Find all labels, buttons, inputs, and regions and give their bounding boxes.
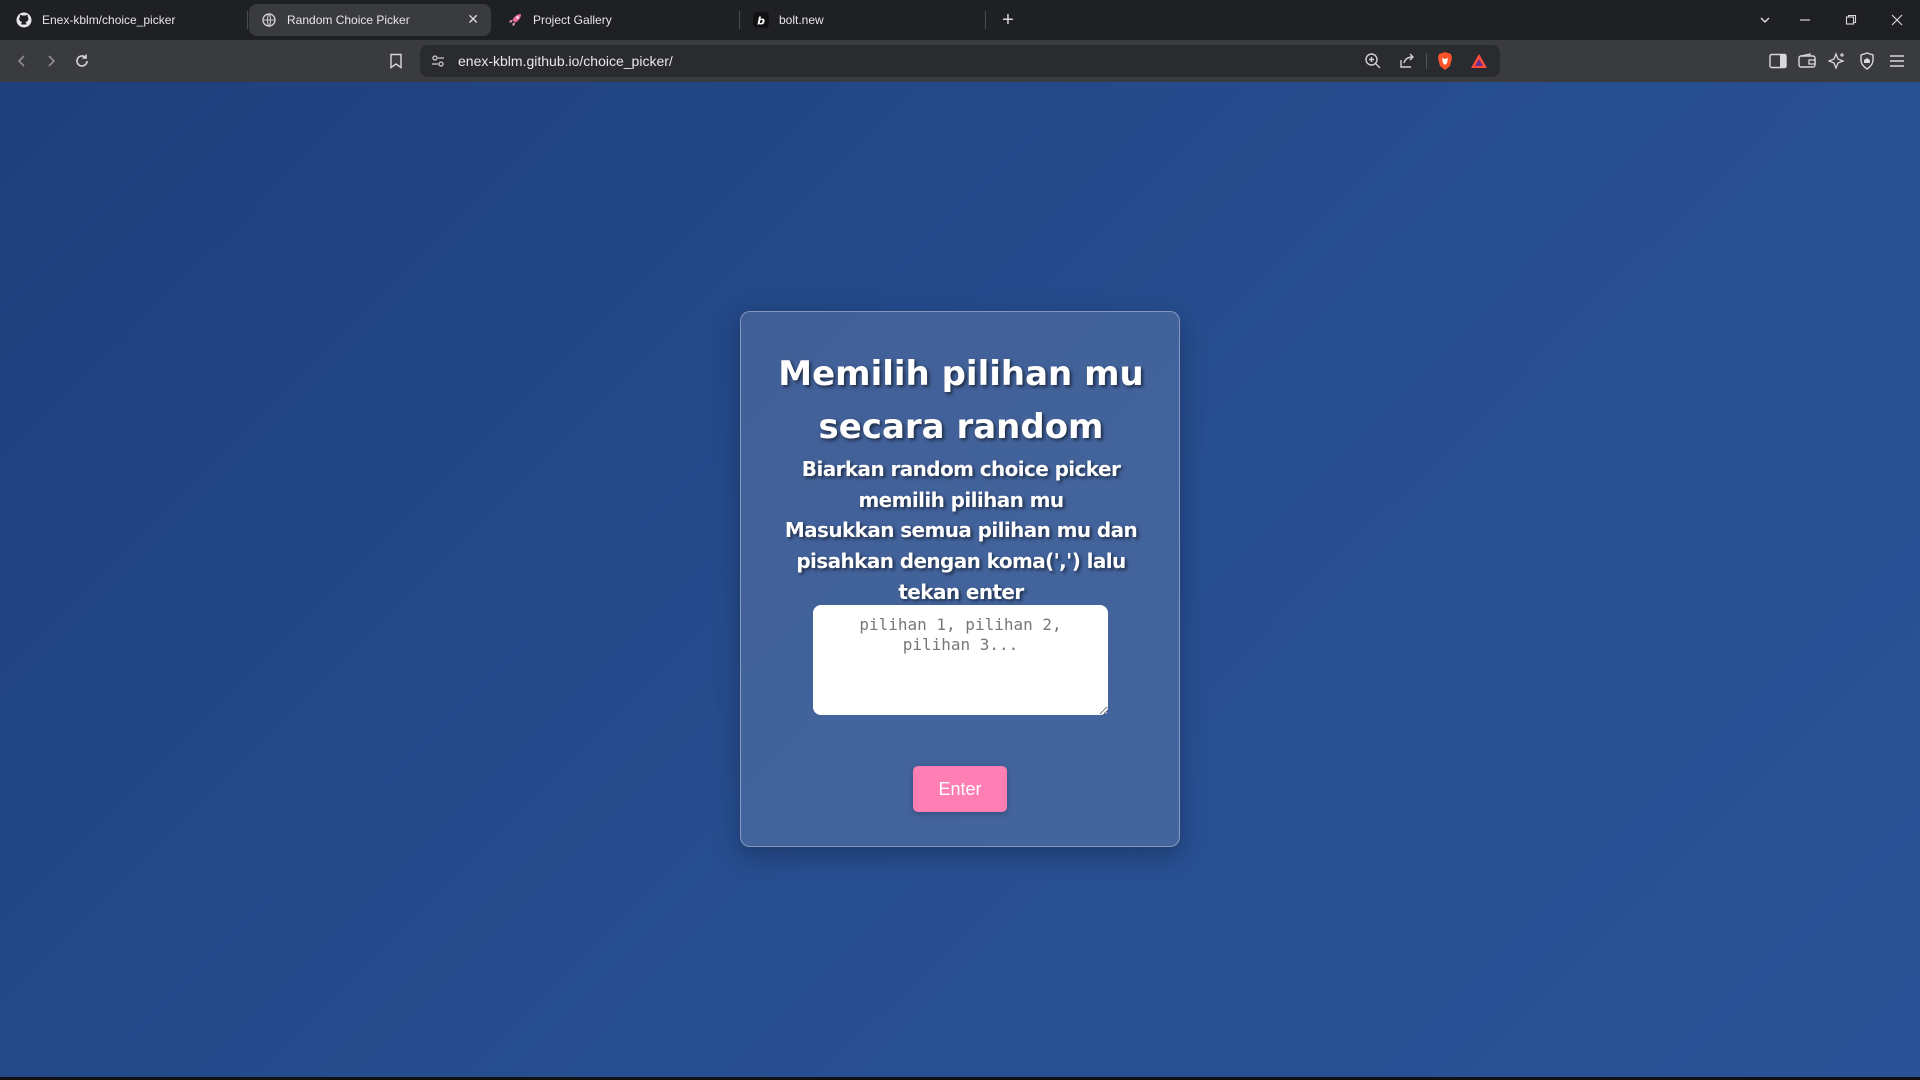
title-line-1: Memilih pilihan mu: [778, 354, 1144, 394]
page-content: Memilih pilihan mu secara random Biarkan…: [0, 82, 1920, 1077]
share-icon[interactable]: [1398, 52, 1416, 75]
close-window-icon[interactable]: [1874, 0, 1920, 40]
page-title: Memilih pilihan mu secara random: [741, 348, 1181, 454]
minimize-icon[interactable]: [1782, 0, 1828, 40]
browser-toolbar: enex-kblm.github.io/choice_picker/: [0, 40, 1920, 83]
svg-text:b: b: [757, 15, 765, 28]
github-icon: [16, 12, 32, 28]
tab-title: Enex-kblm/choice_picker: [42, 13, 176, 27]
tab-github[interactable]: Enex-kblm/choice_picker: [4, 4, 244, 36]
brave-shields-icon[interactable]: [1436, 51, 1454, 76]
bookmark-icon[interactable]: [384, 49, 408, 73]
tab-separator: [985, 11, 986, 29]
forward-icon[interactable]: [39, 49, 63, 73]
address-bar[interactable]: enex-kblm.github.io/choice_picker/: [420, 45, 1500, 77]
url-text[interactable]: enex-kblm.github.io/choice_picker/: [458, 53, 673, 69]
new-tab-button[interactable]: +: [994, 6, 1022, 34]
tab-strip: Enex-kblm/choice_picker Random Choice Pi…: [0, 0, 1920, 40]
tab-random-choice-picker[interactable]: Random Choice Picker ✕: [249, 4, 491, 36]
tab-title: Project Gallery: [533, 13, 612, 27]
close-tab-icon[interactable]: ✕: [467, 11, 479, 28]
site-settings-icon[interactable]: [430, 53, 446, 74]
rocket-icon: [507, 12, 523, 28]
tab-title: Random Choice Picker: [287, 13, 410, 27]
reload-icon[interactable]: [70, 49, 94, 73]
vpn-shield-icon[interactable]: [1855, 49, 1879, 73]
choices-input[interactable]: [813, 605, 1108, 715]
enter-button[interactable]: Enter: [913, 766, 1007, 812]
leo-ai-icon[interactable]: [1825, 49, 1849, 73]
zoom-icon[interactable]: [1364, 52, 1382, 75]
brave-rewards-icon[interactable]: [1470, 53, 1488, 74]
subtitle-intro: Biarkan random choice picker memilih pil…: [801, 457, 1121, 512]
globe-icon: [261, 12, 277, 28]
restore-icon[interactable]: [1828, 0, 1874, 40]
back-icon[interactable]: [10, 49, 34, 73]
title-line-2: secara random: [818, 407, 1104, 447]
sidebar-icon[interactable]: [1766, 49, 1790, 73]
subtitle-instructions: Masukkan semua pilihan mu dan pisahkan d…: [784, 518, 1138, 604]
bolt-icon: b: [753, 12, 769, 28]
tab-project-gallery[interactable]: Project Gallery: [495, 4, 735, 36]
choice-picker-card: Memilih pilihan mu secara random Biarkan…: [740, 311, 1180, 847]
tab-bolt-new[interactable]: b bolt.new: [741, 4, 981, 36]
menu-icon[interactable]: [1885, 49, 1909, 73]
divider: [1426, 53, 1427, 69]
tab-separator: [247, 11, 248, 29]
wallet-icon[interactable]: [1795, 49, 1819, 73]
tab-separator: [739, 11, 740, 29]
tab-title: bolt.new: [779, 13, 824, 27]
